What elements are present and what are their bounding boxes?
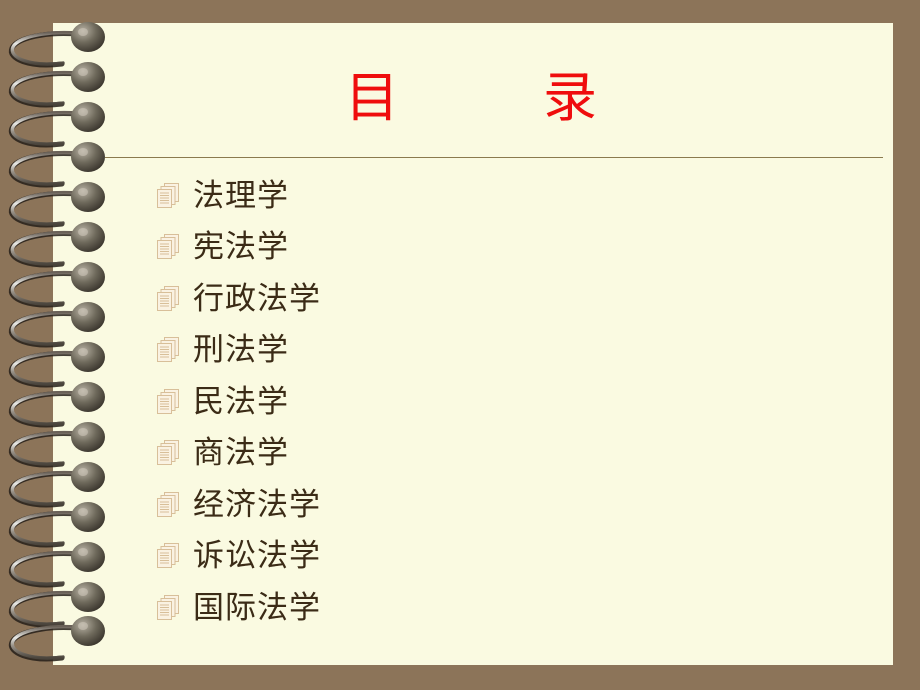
presentation-slide: 目 录 法理学 宪法学 行政法学 刑法学 民法学 商法学 经济法学 诉讼法学 国… [0, 0, 920, 690]
list-item-label: 商法学 [193, 435, 289, 471]
list-item-label: 经济法学 [193, 486, 321, 522]
title-divider [105, 157, 883, 158]
list-item[interactable]: 宪法学 [155, 222, 755, 274]
list-item-label: 刑法学 [193, 332, 289, 368]
list-item-label: 法理学 [193, 177, 289, 213]
list-item[interactable]: 民法学 [155, 376, 755, 428]
list-item-label: 宪法学 [193, 229, 289, 265]
list-item[interactable]: 刑法学 [155, 325, 755, 377]
list-item[interactable]: 国际法学 [155, 582, 755, 634]
document-stack-icon [157, 234, 179, 260]
list-item-label: 行政法学 [193, 280, 321, 316]
document-stack-icon [157, 388, 179, 414]
document-stack-icon [157, 594, 179, 620]
page-title: 目 录 [345, 68, 601, 128]
document-stack-icon [157, 182, 179, 208]
document-stack-icon [157, 543, 179, 569]
list-item[interactable]: 经济法学 [155, 479, 755, 531]
table-of-contents-list: 法理学 宪法学 行政法学 刑法学 民法学 商法学 经济法学 诉讼法学 国际法学 [155, 170, 755, 634]
list-item-label: 诉讼法学 [193, 538, 321, 574]
document-stack-icon [157, 440, 179, 466]
list-item-label: 民法学 [193, 383, 289, 419]
list-item[interactable]: 商法学 [155, 428, 755, 480]
document-stack-icon [157, 491, 179, 517]
list-item-label: 国际法学 [193, 589, 321, 625]
list-item[interactable]: 诉讼法学 [155, 531, 755, 583]
document-stack-icon [157, 285, 179, 311]
document-stack-icon [157, 337, 179, 363]
list-item[interactable]: 行政法学 [155, 273, 755, 325]
list-item[interactable]: 法理学 [155, 170, 755, 222]
